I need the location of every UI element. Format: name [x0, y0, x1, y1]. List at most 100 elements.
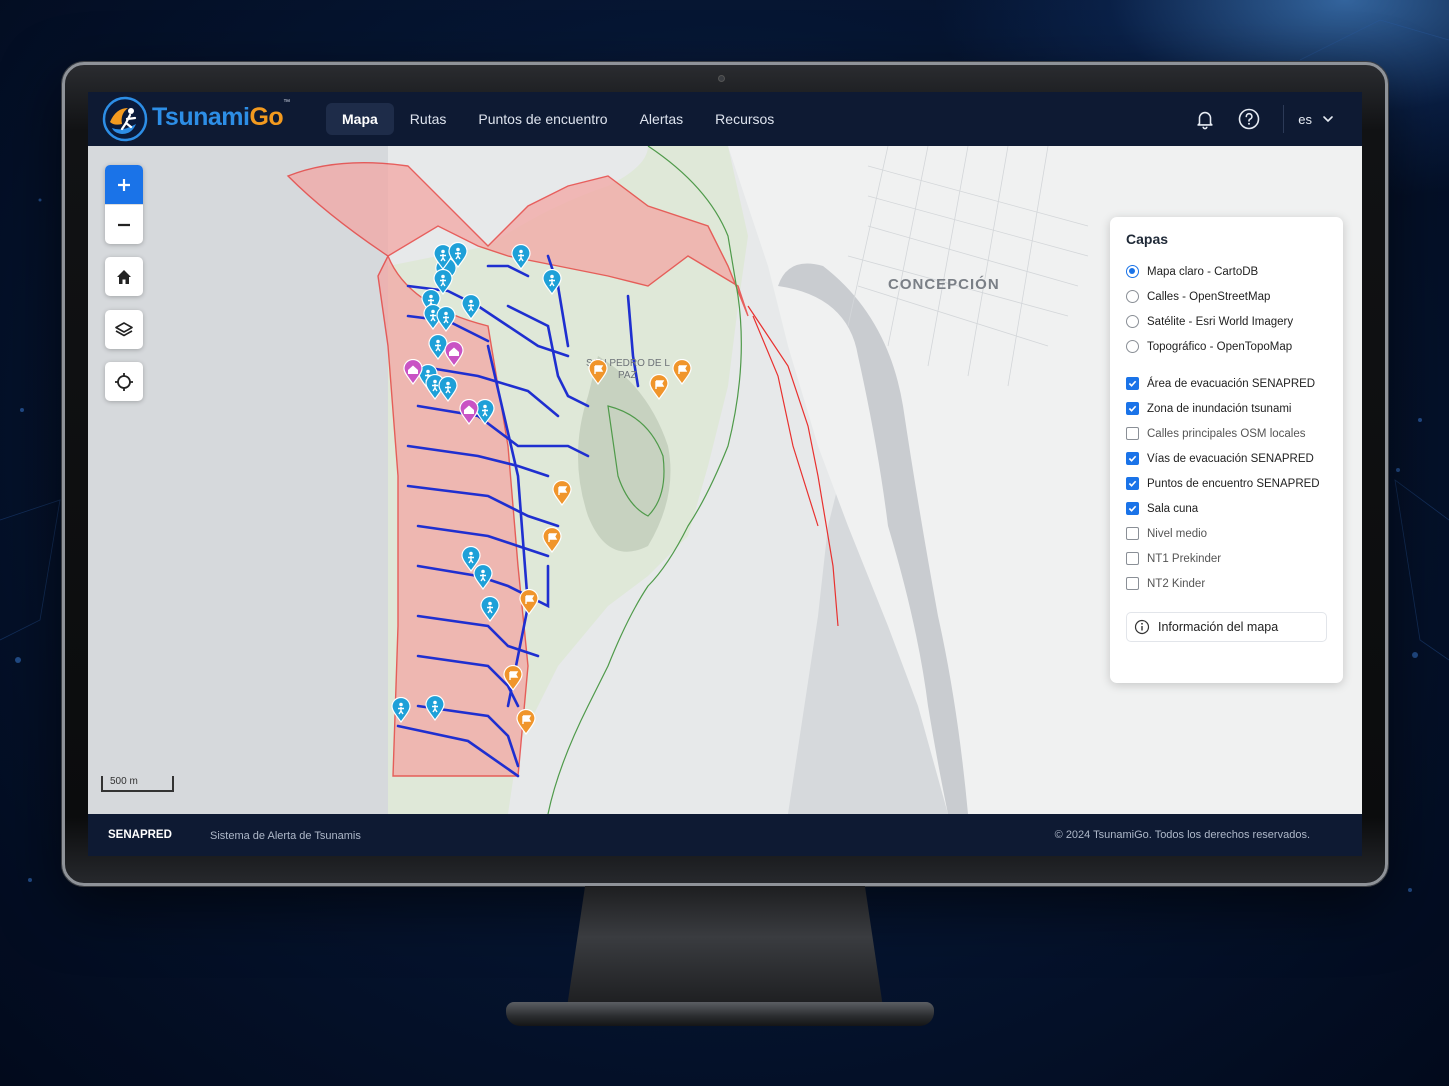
evacuation-point-marker[interactable]: [542, 268, 562, 296]
overlay-label: Puntos de encuentro SENAPRED: [1147, 477, 1320, 490]
notifications-button[interactable]: [1189, 103, 1221, 135]
nursery-marker[interactable]: [459, 398, 479, 426]
meeting-point-flag-marker[interactable]: [552, 479, 572, 507]
meeting-point-flag-marker[interactable]: [542, 526, 562, 554]
app-screen: TsunamiGo™ Mapa Rutas Puntos de encuentr…: [88, 92, 1362, 856]
overlay-option[interactable]: NT1 Prekinder: [1126, 546, 1327, 571]
nursery-marker[interactable]: [444, 340, 464, 368]
evacuation-point-marker[interactable]: [511, 243, 531, 271]
basemap-label: Mapa claro - CartoDB: [1147, 265, 1259, 278]
meeting-point-flag-marker[interactable]: [649, 373, 669, 401]
basemap-option[interactable]: Topográfico - OpenTopoMap: [1126, 334, 1327, 359]
monitor-base: [506, 1002, 934, 1026]
map-canvas[interactable]: CONCEPCIÓN SAN PEDRO DE L PAZ 500 m Capa…: [88, 145, 1362, 815]
brand-name[interactable]: TsunamiGo™: [152, 99, 290, 132]
home-icon: [117, 269, 131, 284]
nav-recursos[interactable]: Recursos: [699, 103, 790, 135]
evacuation-point-marker[interactable]: [391, 696, 411, 724]
bell-icon: [1197, 111, 1213, 130]
monitor-stand: [566, 886, 884, 1014]
meeting-point-flag-marker[interactable]: [672, 358, 692, 386]
home-control: [105, 257, 143, 296]
basemap-option[interactable]: Mapa claro - CartoDB: [1126, 259, 1327, 284]
chevron-down-icon: [1323, 116, 1333, 123]
evacuation-point-marker[interactable]: [480, 595, 500, 623]
evacuation-point-marker[interactable]: [473, 563, 493, 591]
meeting-point-flag-marker[interactable]: [519, 588, 539, 616]
webcam: [718, 75, 725, 82]
checkbox[interactable]: [1126, 552, 1139, 565]
nav-mapa[interactable]: Mapa: [326, 103, 394, 135]
basemap-label: Satélite - Esri World Imagery: [1147, 315, 1294, 328]
footer-org: SENAPRED: [108, 829, 172, 841]
overlay-option[interactable]: Zona de inundación tsunami: [1126, 396, 1327, 421]
panel-spacer: [1126, 359, 1327, 371]
layers-panel: Capas Mapa claro - CartoDB Calles - Open…: [1110, 217, 1343, 683]
checkbox-checked[interactable]: [1126, 502, 1139, 515]
nursery-marker[interactable]: [403, 358, 423, 386]
radio[interactable]: [1126, 290, 1139, 303]
footer-system: Sistema de Alerta de Tsunamis: [210, 830, 361, 842]
checkbox-checked[interactable]: [1126, 477, 1139, 490]
trademark: ™: [283, 98, 290, 106]
basemap-label: Calles - OpenStreetMap: [1147, 290, 1271, 303]
header: TsunamiGo™ Mapa Rutas Puntos de encuentr…: [88, 92, 1362, 146]
language-value: es: [1298, 111, 1312, 127]
checkbox[interactable]: [1126, 527, 1139, 540]
radio-selected[interactable]: [1126, 265, 1139, 278]
overlay-option[interactable]: Vías de evacuación SENAPRED: [1126, 446, 1327, 471]
basemap-label: Topográfico - OpenTopoMap: [1147, 340, 1293, 353]
nav-alertas[interactable]: Alertas: [624, 103, 700, 135]
layers-control: [105, 310, 143, 349]
locate-button[interactable]: [105, 362, 143, 401]
evacuation-point-marker[interactable]: [461, 293, 481, 321]
overlay-option[interactable]: Calles principales OSM locales: [1126, 421, 1327, 446]
language-selector[interactable]: es: [1298, 112, 1334, 127]
home-button[interactable]: [105, 257, 143, 296]
overlay-label: Nivel medio: [1147, 527, 1208, 540]
brand-name-part2: Go: [249, 103, 284, 131]
zoom-control: [105, 165, 143, 244]
checkbox-checked[interactable]: [1126, 402, 1139, 415]
evacuation-point-marker[interactable]: [448, 241, 468, 269]
district-label-2: PAZ: [618, 370, 637, 381]
basemap-option[interactable]: Calles - OpenStreetMap: [1126, 284, 1327, 309]
evacuation-point-marker[interactable]: [438, 375, 458, 403]
nav-puntos-de-encuentro[interactable]: Puntos de encuentro: [462, 103, 623, 135]
zoom-out-button[interactable]: [105, 205, 143, 244]
nav-rutas[interactable]: Rutas: [394, 103, 463, 135]
meeting-point-flag-marker[interactable]: [503, 664, 523, 692]
logo-icon[interactable]: [102, 96, 148, 142]
checkbox[interactable]: [1126, 577, 1139, 590]
info-icon: [1134, 619, 1150, 635]
overlay-option[interactable]: Puntos de encuentro SENAPRED: [1126, 471, 1327, 496]
map-info-button[interactable]: Información del mapa: [1126, 612, 1327, 642]
zoom-in-icon: [118, 178, 130, 191]
radio[interactable]: [1126, 315, 1139, 328]
overlay-label: Área de evacuación SENAPRED: [1147, 377, 1316, 390]
layers-icon: [115, 321, 133, 336]
header-divider: [1283, 105, 1285, 133]
help-button[interactable]: [1233, 103, 1265, 135]
meeting-point-flag-marker[interactable]: [516, 708, 536, 736]
evacuation-point-marker[interactable]: [425, 694, 445, 722]
overlay-option[interactable]: Área de evacuación SENAPRED: [1126, 371, 1327, 396]
checkbox[interactable]: [1126, 427, 1139, 440]
evacuation-point-marker[interactable]: [436, 305, 456, 333]
zoom-in-button[interactable]: [105, 165, 143, 204]
overlay-label: Sala cuna: [1147, 502, 1199, 515]
checkbox-checked[interactable]: [1126, 452, 1139, 465]
layers-button[interactable]: [105, 310, 143, 349]
meeting-point-flag-marker[interactable]: [588, 358, 608, 386]
checkbox-checked[interactable]: [1126, 377, 1139, 390]
map-info-label: Información del mapa: [1158, 620, 1279, 634]
overlay-option[interactable]: NT2 Kinder: [1126, 571, 1327, 596]
footer: SENAPRED Sistema de Alerta de Tsunamis ©…: [88, 814, 1362, 856]
layers-title: Capas: [1126, 231, 1169, 247]
radio[interactable]: [1126, 340, 1139, 353]
locate-control: [105, 362, 143, 401]
overlay-option[interactable]: Sala cuna: [1126, 496, 1327, 521]
overlay-option[interactable]: Nivel medio: [1126, 521, 1327, 546]
overlay-label: NT1 Prekinder: [1147, 552, 1222, 565]
basemap-option[interactable]: Satélite - Esri World Imagery: [1126, 309, 1327, 334]
